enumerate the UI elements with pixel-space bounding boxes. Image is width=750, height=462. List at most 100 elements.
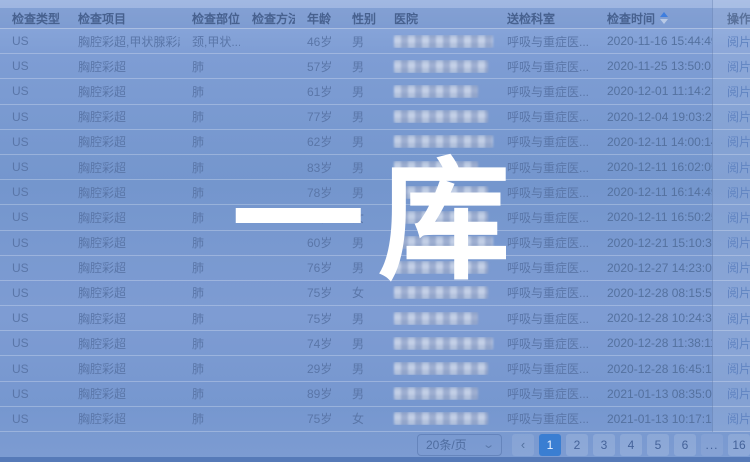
column-header-time[interactable]: 检查时间 — [595, 10, 712, 27]
table-row[interactable]: US胸腔彩超肺75岁女呼吸与重症医...2020-12-28 08:15:51阅… — [0, 281, 750, 306]
cell-age: 75岁 — [295, 410, 340, 427]
view-images-link[interactable]: 阅片 — [727, 211, 750, 225]
cell-item: 胸腔彩超 — [66, 58, 180, 75]
cell-part: 肺 — [180, 108, 240, 125]
column-header-label: 检查部位 — [192, 10, 240, 27]
column-header-label: 性别 — [352, 10, 376, 27]
cell-gender: 男 — [340, 310, 382, 327]
view-images-link[interactable]: 阅片 — [727, 161, 750, 175]
view-images-link[interactable]: 阅片 — [727, 387, 750, 401]
table-row[interactable]: US胸腔彩超肺74岁男呼吸与重症医...2020-12-28 11:38:11阅… — [0, 331, 750, 356]
horizontal-scrollbar[interactable] — [0, 457, 750, 462]
view-images-link[interactable]: 阅片 — [727, 135, 750, 149]
column-header-dept: 送检科室 — [495, 10, 595, 27]
cell-action: 阅片 — [712, 184, 750, 201]
sort-caret-icon[interactable] — [660, 12, 668, 24]
page-button-2[interactable]: 2 — [566, 434, 588, 456]
cell-gender: 女 — [340, 410, 382, 427]
view-images-link[interactable]: 阅片 — [727, 286, 750, 300]
cell-hospital — [382, 387, 495, 400]
more-pages-button[interactable]: ... — [701, 434, 723, 456]
view-images-link[interactable]: 阅片 — [727, 60, 750, 74]
cell-dept: 呼吸与重症医... — [495, 184, 595, 201]
table-row[interactable]: US胸腔彩超肺76岁女呼吸与重症医...2020-12-11 16:50:25阅… — [0, 205, 750, 230]
cell-gender: 男 — [340, 133, 382, 150]
page-size-select[interactable]: 20条/页 ⌄ — [417, 434, 502, 456]
cell-dept: 呼吸与重症医... — [495, 410, 595, 427]
cell-time: 2020-12-04 19:03:24 — [595, 110, 712, 124]
cell-gender: 男 — [340, 159, 382, 176]
table-row[interactable]: US胸腔彩超肺75岁女呼吸与重症医...2021-01-13 10:17:16阅… — [0, 407, 750, 432]
table-row[interactable]: US胸腔彩超肺60岁男呼吸与重症医...2020-12-21 15:10:33阅… — [0, 231, 750, 256]
column-header-age: 年龄 — [295, 10, 340, 27]
view-images-link[interactable]: 阅片 — [727, 312, 750, 326]
cell-dept: 呼吸与重症医... — [495, 385, 595, 402]
table-row[interactable]: US胸腔彩超肺83岁男呼吸与重症医...2020-12-11 16:02:05阅… — [0, 155, 750, 180]
hospital-redacted-block — [394, 387, 478, 400]
cell-hospital — [382, 85, 495, 98]
table-row[interactable]: US胸腔彩超肺78岁男呼吸与重症医...2020-12-11 16:14:49阅… — [0, 180, 750, 205]
table-row[interactable]: US胸腔彩超肺76岁男呼吸与重症医...2020-12-27 14:23:04阅… — [0, 256, 750, 281]
cell-part: 肺 — [180, 83, 240, 100]
table-row[interactable]: US胸腔彩超肺89岁男呼吸与重症医...2021-01-13 08:35:05阅… — [0, 382, 750, 407]
column-header-hospital: 医院 — [382, 10, 495, 27]
view-images-link[interactable]: 阅片 — [727, 85, 750, 99]
page-button-3[interactable]: 3 — [593, 434, 615, 456]
cell-hospital — [382, 161, 495, 174]
cell-hospital — [382, 412, 495, 425]
cell-dept: 呼吸与重症医... — [495, 159, 595, 176]
hospital-redacted-block — [394, 35, 493, 48]
page-button-1[interactable]: 1 — [539, 434, 561, 456]
view-images-link[interactable]: 阅片 — [727, 362, 750, 376]
cell-type: US — [0, 34, 66, 48]
cell-action: 阅片 — [712, 360, 750, 377]
cell-item: 胸腔彩超 — [66, 234, 180, 251]
hospital-redacted-block — [394, 135, 493, 148]
top-strip — [0, 0, 750, 8]
table-row[interactable]: US胸腔彩超肺77岁男呼吸与重症医...2020-12-04 19:03:24阅… — [0, 105, 750, 130]
view-images-link[interactable]: 阅片 — [727, 337, 750, 351]
table-row[interactable]: US胸腔彩超肺57岁男呼吸与重症医...2020-11-25 13:50:01阅… — [0, 54, 750, 79]
table-row[interactable]: US胸腔彩超肺61岁男呼吸与重症医...2020-12-01 11:14:21阅… — [0, 79, 750, 104]
cell-action: 阅片 — [712, 58, 750, 75]
cell-action: 阅片 — [712, 159, 750, 176]
page-button-5[interactable]: 5 — [647, 434, 669, 456]
cell-age: 83岁 — [295, 159, 340, 176]
table-row[interactable]: US胸腔彩超肺62岁男呼吸与重症医...2020-12-11 14:00:14阅… — [0, 130, 750, 155]
cell-item: 胸腔彩超 — [66, 360, 180, 377]
cell-part: 肺 — [180, 360, 240, 377]
cell-age: 75岁 — [295, 284, 340, 301]
cell-part: 肺 — [180, 310, 240, 327]
cell-action: 阅片 — [712, 234, 750, 251]
table-row[interactable]: US胸腔彩超,甲状腺彩超颈,甲状...46岁男呼吸与重症医...2020-11-… — [0, 29, 750, 54]
table-row[interactable]: US胸腔彩超肺29岁男呼吸与重症医...2020-12-28 16:45:18阅… — [0, 356, 750, 381]
page-button-4[interactable]: 4 — [620, 434, 642, 456]
cell-type: US — [0, 286, 66, 300]
page-size-label: 20条/页 — [426, 436, 467, 453]
exam-records-screen: 检查类型检查项目检查部位检查方法年龄性别医院送检科室检查时间操作 US胸腔彩超,… — [0, 0, 750, 462]
view-images-link[interactable]: 阅片 — [727, 35, 750, 49]
cell-type: US — [0, 412, 66, 426]
cell-hospital — [382, 261, 495, 274]
table-row[interactable]: US胸腔彩超肺75岁男呼吸与重症医...2020-12-28 10:24:30阅… — [0, 306, 750, 331]
view-images-link[interactable]: 阅片 — [727, 261, 750, 275]
page-button-6[interactable]: 6 — [674, 434, 696, 456]
cell-action: 阅片 — [712, 133, 750, 150]
page-button-16[interactable]: 16 — [728, 434, 750, 456]
cell-gender: 男 — [340, 83, 382, 100]
cell-type: US — [0, 160, 66, 174]
cell-item: 胸腔彩超 — [66, 335, 180, 352]
cell-time: 2020-12-01 11:14:21 — [595, 84, 712, 98]
view-images-link[interactable]: 阅片 — [727, 186, 750, 200]
table-body: US胸腔彩超,甲状腺彩超颈,甲状...46岁男呼吸与重症医...2020-11-… — [0, 29, 750, 432]
prev-page-button[interactable]: ‹ — [512, 434, 534, 456]
cell-age: 89岁 — [295, 385, 340, 402]
cell-dept: 呼吸与重症医... — [495, 209, 595, 226]
view-images-link[interactable]: 阅片 — [727, 412, 750, 426]
cell-part: 肺 — [180, 234, 240, 251]
column-header-part: 检查部位 — [180, 10, 240, 27]
view-images-link[interactable]: 阅片 — [727, 236, 750, 250]
cell-type: US — [0, 185, 66, 199]
hospital-redacted-block — [394, 261, 488, 274]
view-images-link[interactable]: 阅片 — [727, 110, 750, 124]
